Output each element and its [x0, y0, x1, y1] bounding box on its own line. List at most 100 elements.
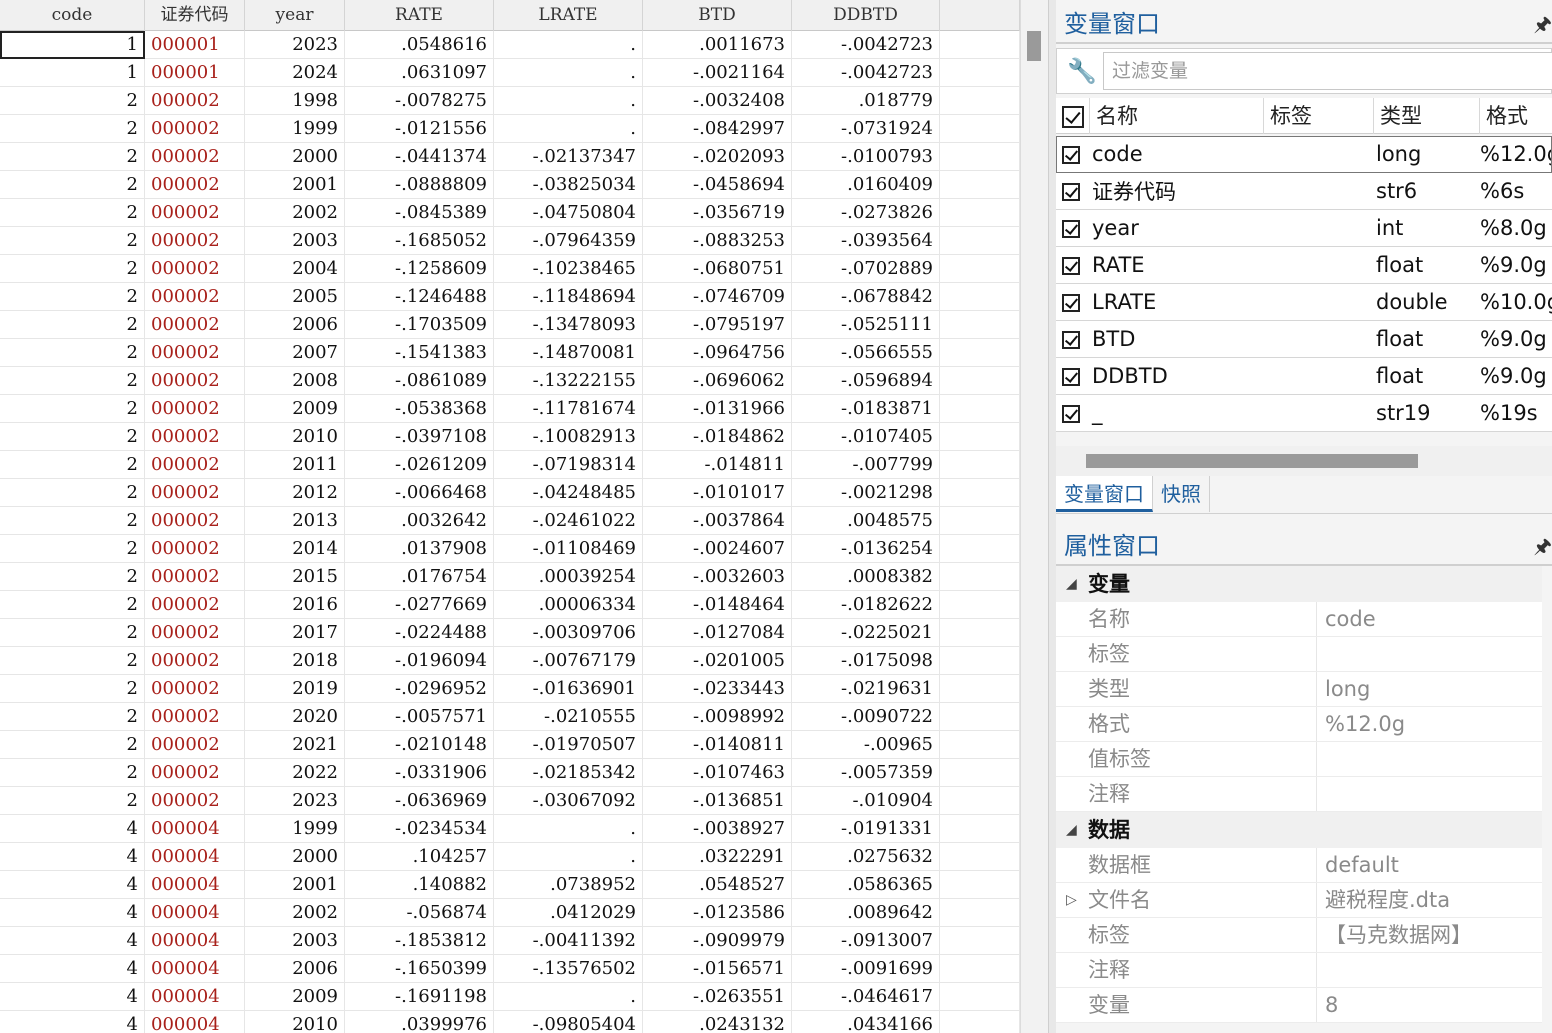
vertical-scroll-thumb[interactable] [1027, 31, 1041, 61]
table-cell[interactable]: -.0883253 [643, 227, 792, 255]
table-cell[interactable] [940, 815, 1020, 843]
table-cell[interactable]: .00006334 [494, 591, 643, 619]
table-row[interactable]: 2 000002 2009 -.0538368 -.11781674 -.0131966-… [0, 395, 1020, 423]
table-cell[interactable]: 2 [0, 563, 145, 591]
table-cell[interactable]: -.0101017 [643, 479, 792, 507]
variable-row[interactable]: DDBTD float %9.0g [1056, 358, 1552, 395]
table-cell[interactable]: -.1541383 [345, 339, 494, 367]
vertical-scrollbar[interactable] [1020, 0, 1048, 1033]
table-cell[interactable]: . [494, 87, 643, 115]
property-row[interactable]: 格式 %12.0g [1056, 707, 1542, 742]
table-cell[interactable]: .0586365 [792, 871, 940, 899]
table-cell[interactable]: -.10082913 [494, 423, 643, 451]
horizontal-scroll-thumb[interactable] [1086, 454, 1418, 468]
table-cell[interactable]: 2 [0, 703, 145, 731]
table-cell[interactable]: -.0566555 [792, 339, 940, 367]
table-cell[interactable]: 2 [0, 227, 145, 255]
table-cell[interactable] [940, 479, 1020, 507]
table-cell[interactable]: -.0098992 [643, 703, 792, 731]
table-cell[interactable]: -.0057359 [792, 759, 940, 787]
table-cell[interactable]: -.0210555 [494, 703, 643, 731]
column-header-btd[interactable]: BTD [643, 0, 792, 31]
table-cell[interactable]: -.0091699 [792, 955, 940, 983]
table-row[interactable]: 4 000004 2009 -.1691198. -.0263551 -.0464617 [0, 983, 1020, 1011]
table-cell[interactable]: 000004 [145, 899, 245, 927]
column-header-code[interactable]: code [0, 0, 145, 31]
column-header-rate[interactable]: RATE [345, 0, 494, 31]
table-cell[interactable]: -.0183871 [792, 395, 940, 423]
table-cell[interactable]: 000002 [145, 339, 245, 367]
table-cell[interactable]: -.0148464 [643, 591, 792, 619]
table-cell[interactable]: 4 [0, 955, 145, 983]
table-cell[interactable]: -.0219631 [792, 675, 940, 703]
table-cell[interactable]: -.0909979 [643, 927, 792, 955]
table-row[interactable]: 2 000002 2018 -.0196094 -.00767179 -.0201005-… [0, 647, 1020, 675]
table-cell[interactable]: 000002 [145, 451, 245, 479]
table-cell[interactable]: 000002 [145, 255, 245, 283]
table-cell[interactable] [940, 227, 1020, 255]
checkbox-checked-icon[interactable] [1062, 331, 1080, 349]
table-cell[interactable]: .0548616 [345, 31, 494, 59]
table-cell[interactable]: -.0861089 [345, 367, 494, 395]
table-cell[interactable]: 2023 [245, 31, 345, 59]
variable-checkbox[interactable] [1056, 179, 1090, 203]
table-row[interactable]: 2 000002 2003 -.1685052 -.07964359 -.0883253-… [0, 227, 1020, 255]
table-cell[interactable] [940, 731, 1020, 759]
table-cell[interactable] [940, 955, 1020, 983]
table-cell[interactable]: 2003 [245, 227, 345, 255]
table-row[interactable]: 2 000002 2020 -.0057571 -.0210555 -.0098992 -.… [0, 703, 1020, 731]
table-cell[interactable]: 000002 [145, 423, 245, 451]
table-cell[interactable]: -.0441374 [345, 143, 494, 171]
table-cell[interactable]: 2016 [245, 591, 345, 619]
pin-icon[interactable]: 🖈 [1534, 10, 1552, 44]
table-cell[interactable]: .0631097 [345, 59, 494, 87]
table-cell[interactable]: -.0464617 [792, 983, 940, 1011]
table-cell[interactable]: 2014 [245, 535, 345, 563]
table-cell[interactable]: 2 [0, 171, 145, 199]
data-grid[interactable]: code 证券代码 year RATE LRATE BTD DDBTD 1 000… [0, 0, 1020, 1033]
table-row[interactable]: 2 000002 2017 -.0224488 -.00309706 -.0127084-… [0, 619, 1020, 647]
table-cell[interactable] [940, 563, 1020, 591]
table-cell[interactable]: -.07964359 [494, 227, 643, 255]
table-cell[interactable]: -.1258609 [345, 255, 494, 283]
table-cell[interactable] [940, 927, 1020, 955]
table-row[interactable]: 2 000002 1999 -.0121556. -.0842997 -.0731924 [0, 115, 1020, 143]
table-cell[interactable]: -.0038927 [643, 815, 792, 843]
table-cell[interactable]: 000002 [145, 647, 245, 675]
property-row[interactable]: 注释 [1056, 953, 1542, 988]
table-cell[interactable]: 000002 [145, 675, 245, 703]
table-row[interactable]: 2 000002 2008 -.0861089 -.13222155 -.0696062-… [0, 367, 1020, 395]
table-cell[interactable]: -.04750804 [494, 199, 643, 227]
table-cell[interactable]: -.0680751 [643, 255, 792, 283]
pane-splitter[interactable] [1048, 0, 1056, 1033]
table-cell[interactable]: -.0042723 [792, 59, 940, 87]
table-cell[interactable]: 2 [0, 647, 145, 675]
table-cell[interactable]: 000004 [145, 843, 245, 871]
table-row[interactable]: 2 000002 2012 -.0066468 -.04248485 -.0101017-… [0, 479, 1020, 507]
property-group-header[interactable]: ◢ 变量 [1056, 566, 1542, 602]
table-cell[interactable]: -.0201005 [643, 647, 792, 675]
property-row[interactable]: 变量 8 [1056, 988, 1542, 1023]
table-row[interactable]: 2 000002 2000 -.0441374 -.02137347 -.0202093-… [0, 143, 1020, 171]
table-cell[interactable]: 2018 [245, 647, 345, 675]
table-cell[interactable]: . [494, 59, 643, 87]
table-cell[interactable]: 2 [0, 395, 145, 423]
table-cell[interactable]: -.0845389 [345, 199, 494, 227]
table-cell[interactable] [940, 507, 1020, 535]
table-cell[interactable]: .0160409 [792, 171, 940, 199]
table-cell[interactable]: 2013 [245, 507, 345, 535]
table-cell[interactable]: 2 [0, 143, 145, 171]
table-cell[interactable]: -.0032603 [643, 563, 792, 591]
table-cell[interactable]: -.0331906 [345, 759, 494, 787]
table-cell[interactable]: 4 [0, 927, 145, 955]
table-cell[interactable]: -.11848694 [494, 283, 643, 311]
table-cell[interactable]: -.0024607 [643, 535, 792, 563]
variable-checkbox[interactable] [1056, 327, 1090, 351]
property-row[interactable]: 名称 code [1056, 602, 1542, 637]
variable-checkbox[interactable] [1056, 253, 1090, 277]
table-cell[interactable]: 000002 [145, 563, 245, 591]
table-cell[interactable] [940, 703, 1020, 731]
table-cell[interactable]: -.0263551 [643, 983, 792, 1011]
table-row[interactable]: 1 000001 2024.0631097. -.0021164 -.0042723 [0, 59, 1020, 87]
table-cell[interactable]: 000002 [145, 759, 245, 787]
